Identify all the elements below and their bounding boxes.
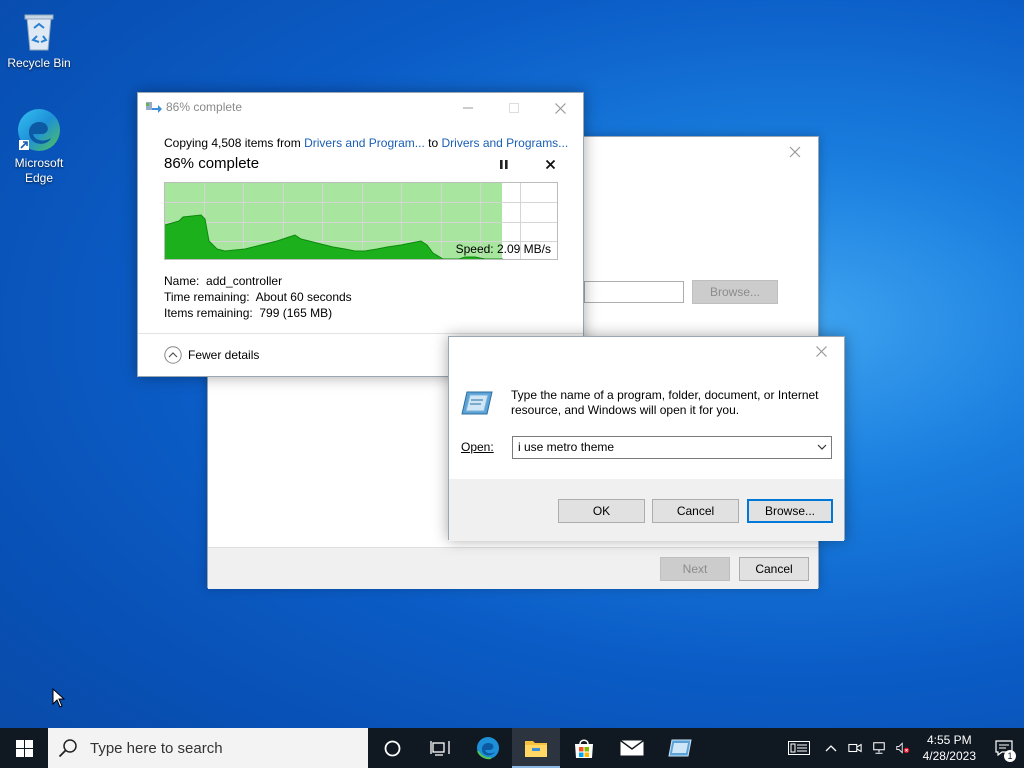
tray-show-hidden-icons[interactable] (819, 728, 843, 768)
taskbar-clock[interactable]: 4:55 PM 4/28/2023 (915, 732, 984, 764)
pause-button[interactable] (494, 156, 514, 172)
open-combobox[interactable]: i use metro theme (512, 436, 832, 459)
run-ok-button[interactable]: OK (558, 499, 645, 523)
store-icon (575, 739, 593, 758)
copying-prefix: Copying 4,508 items from (164, 136, 301, 150)
minimize-icon (463, 107, 473, 109)
start-button[interactable] (0, 728, 48, 768)
edge-icon (477, 737, 499, 760)
speed-label: Speed: 2.09 MB/s (455, 242, 551, 256)
wizard-next-button[interactable]: Next (660, 557, 730, 581)
volume-muted-icon (895, 742, 909, 754)
run-description: Type the name of a program, folder, docu… (511, 388, 819, 417)
run-close-button[interactable] (798, 337, 844, 365)
network-icon (872, 742, 885, 754)
file-explorer-icon (525, 741, 547, 757)
copy-files-icon (146, 102, 162, 113)
minimize-button[interactable] (445, 93, 491, 123)
mouse-cursor-icon (52, 688, 65, 708)
windows-logo-icon (15, 739, 33, 757)
wizard-close-button[interactable] (772, 137, 818, 167)
copy-progress-dialog: 86% complete Copying 4,508 items from Dr… (137, 92, 584, 377)
maximize-icon (509, 103, 519, 113)
pause-icon (500, 159, 508, 169)
run-dialog: Type the name of a program, folder, docu… (448, 336, 845, 541)
fewer-details-label: Fewer details (188, 348, 260, 362)
copy-dialog-titlebar[interactable]: 86% complete (138, 93, 583, 123)
open-label: Open: (461, 440, 494, 454)
search-placeholder: Type here to search (90, 739, 223, 757)
wizard-path-input[interactable] (584, 281, 684, 303)
cancel-copy-button[interactable] (540, 156, 560, 172)
cancel-icon (545, 159, 555, 169)
tray-network[interactable] (867, 728, 891, 768)
fewer-details-toggle[interactable]: Fewer details (164, 346, 259, 364)
run-cancel-button[interactable]: Cancel (652, 499, 739, 523)
maximize-button[interactable] (491, 93, 537, 123)
time-value: About 60 seconds (255, 290, 352, 304)
copy-dialog-title: 86% complete (166, 100, 243, 114)
name-row: Name: add_controller (164, 274, 283, 288)
speed-graph: Speed: 2.09 MB/s (164, 182, 558, 260)
camera-icon (847, 743, 862, 753)
taskbar-mail[interactable] (608, 728, 656, 768)
open-input-value[interactable]: i use metro theme (518, 440, 614, 454)
destination-folder-link[interactable]: Drivers and Programs... (441, 136, 568, 150)
cortana-circle-icon (384, 740, 400, 756)
chevron-down-icon[interactable] (817, 444, 827, 451)
run-icon (668, 739, 692, 757)
recycle-bin-label: Recycle Bin (7, 56, 71, 70)
taskbar: Type here to search 4:55 PM 4/28/2023 1 (0, 728, 1024, 768)
run-icon (461, 391, 493, 415)
tray-meet-now[interactable] (843, 728, 867, 768)
keyboard-icon (787, 741, 810, 755)
run-browse-button[interactable]: Browse... (747, 499, 833, 523)
task-view-icon (430, 741, 450, 756)
items-value: 799 (165 MB) (259, 306, 333, 320)
close-icon (789, 146, 801, 158)
to-word: to (428, 136, 439, 150)
task-view-button[interactable] (416, 728, 464, 768)
close-icon (554, 102, 566, 114)
wizard-browse-button[interactable]: Browse... (692, 280, 778, 304)
details-block: Name: add_controller Time remaining: Abo… (164, 273, 352, 321)
taskbar-search-box[interactable]: Type here to search (48, 728, 368, 768)
source-folder-link[interactable]: Drivers and Program... (304, 136, 425, 150)
recycle-bin-icon (24, 14, 54, 51)
clock-time: 4:55 PM (926, 733, 972, 747)
copy-source-dest-line: Copying 4,508 items from Drivers and Pro… (164, 136, 568, 150)
notification-count-badge: 1 (1004, 750, 1016, 762)
taskbar-edge[interactable] (464, 728, 512, 768)
close-icon (815, 345, 827, 357)
desktop-icon-recycle-bin[interactable]: Recycle Bin (0, 6, 78, 71)
cortana-button[interactable] (368, 728, 416, 768)
edge-label: Microsoft Edge (14, 156, 64, 185)
name-value: add_controller (206, 274, 283, 288)
close-button[interactable] (537, 93, 583, 123)
mail-icon (620, 740, 644, 756)
edge-icon (18, 109, 60, 151)
taskbar-run[interactable] (656, 728, 704, 768)
tray-keyboard-button[interactable] (779, 728, 819, 768)
progress-heading: 86% complete (164, 155, 260, 172)
search-icon (58, 739, 77, 758)
run-browse-label: Browse... (764, 504, 815, 518)
action-center-button[interactable]: 1 (984, 728, 1024, 768)
time-row: Time remaining: About 60 seconds (164, 290, 352, 304)
wizard-cancel-button[interactable]: Cancel (739, 557, 809, 581)
desktop-icon-edge[interactable]: Microsoft Edge (0, 106, 78, 186)
items-row: Items remaining: 799 (165 MB) (164, 306, 333, 320)
system-tray: 4:55 PM 4/28/2023 1 (779, 728, 1024, 768)
tray-volume[interactable] (891, 728, 915, 768)
clock-date: 4/28/2023 (922, 749, 976, 763)
chevron-up-icon (825, 745, 837, 752)
taskbar-file-explorer[interactable] (512, 728, 560, 768)
chevron-up-circle-icon (164, 346, 182, 364)
taskbar-store[interactable] (560, 728, 608, 768)
